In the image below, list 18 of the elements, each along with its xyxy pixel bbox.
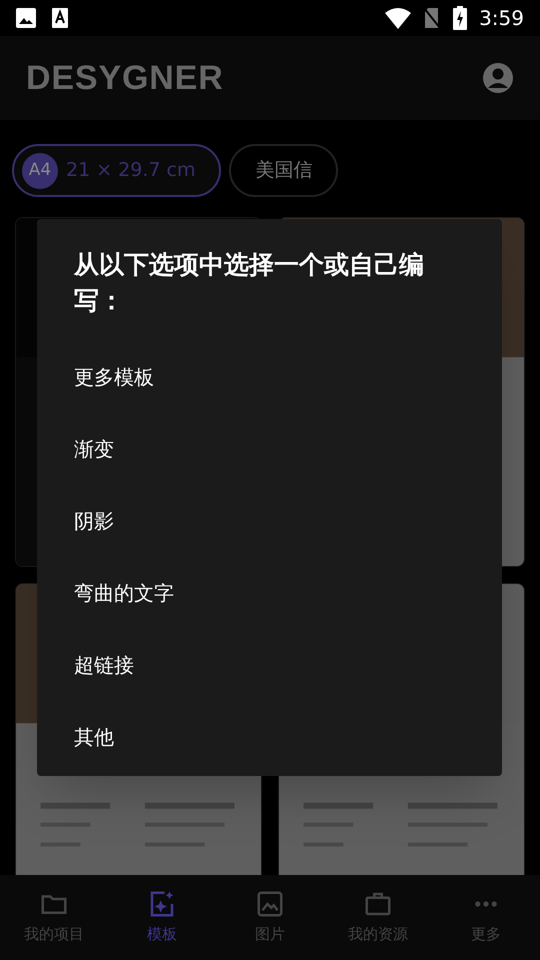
status-time: 3:59: [479, 5, 524, 32]
size-chip[interactable]: A4 21 × 29.7 cm: [12, 144, 222, 197]
dialog-title: 从以下选项中选择一个或自己编写：: [74, 249, 425, 317]
wifi-icon: [385, 7, 412, 29]
account-icon: [482, 62, 514, 94]
option-item[interactable]: 其他: [74, 701, 465, 773]
size-badge: A4: [22, 152, 58, 188]
app-logo: DESYGNER: [26, 58, 224, 98]
size-chip[interactable]: 美国信: [229, 144, 338, 197]
battery-charging-icon: [453, 6, 468, 30]
option-item[interactable]: 更多模板: [74, 341, 465, 413]
image-icon: [255, 889, 285, 920]
option-item[interactable]: 阴影: [74, 485, 465, 557]
option-item[interactable]: 弯曲的文字: [74, 557, 465, 629]
image-icon: [16, 8, 36, 28]
font-icon: [52, 8, 68, 28]
option-item[interactable]: 超链接: [74, 629, 465, 701]
option-item[interactable]: 渐变: [74, 413, 465, 485]
